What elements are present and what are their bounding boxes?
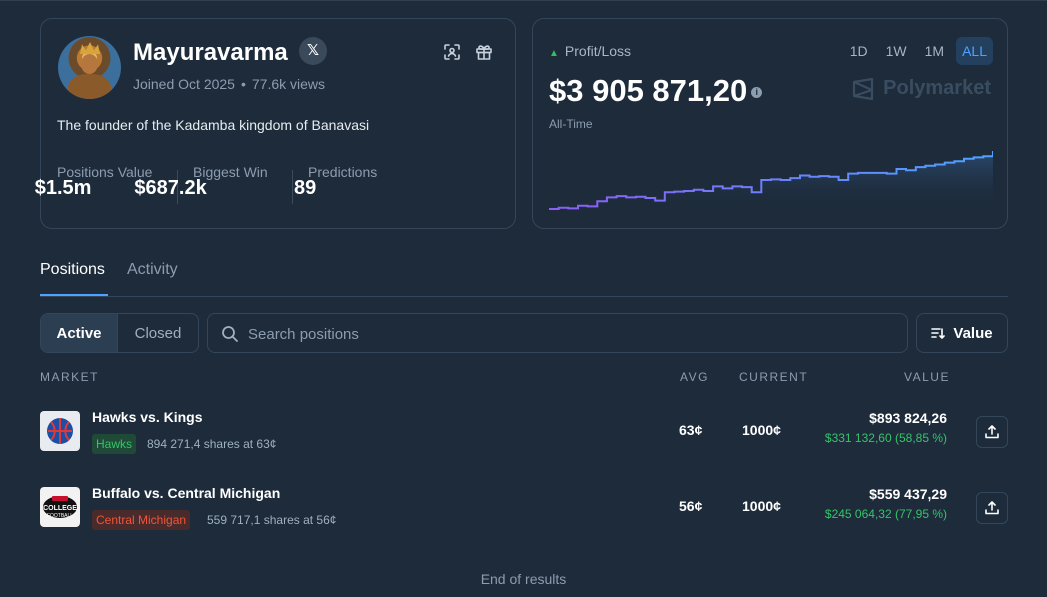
profile-username: Mayuravarma [133, 39, 288, 66]
college-football-market-icon: COLLEGE FOOTBALL [40, 487, 80, 527]
hawks-kings-market-icon [40, 411, 80, 451]
column-header-market: MARKET [40, 370, 100, 384]
share-icon [985, 425, 999, 439]
profile-meta: Joined Oct 2025 • 77.6k views [133, 76, 325, 92]
pnl-label: ▲ Profit/Loss [549, 43, 631, 59]
pnl-line-chart [549, 151, 993, 211]
avg-price: 56¢ [679, 498, 703, 514]
current-price: 1000¢ [742, 422, 781, 438]
info-icon[interactable]: i [751, 87, 763, 99]
column-header-avg: AVG [680, 370, 709, 384]
column-header-value: VALUE [904, 370, 950, 384]
column-header-current: CURRENT [739, 370, 809, 384]
tab-activity[interactable]: Activity [127, 261, 178, 279]
positions-tabs: Positions Activity [40, 258, 1008, 297]
outcome-badge: Central Michigan [92, 510, 191, 530]
share-button[interactable] [976, 416, 1008, 448]
scan-icon[interactable] [442, 42, 462, 62]
market-title[interactable]: Buffalo vs. Central Michigan [92, 485, 280, 501]
shares-info: 559 717,1 shares at 56¢ [207, 513, 337, 527]
sort-icon [931, 328, 946, 340]
tab-positions[interactable]: Positions [40, 261, 105, 279]
table-row[interactable]: Hawks vs. Kings Hawks 894 271,4 shares a… [40, 403, 1008, 463]
search-icon [222, 326, 238, 342]
top-divider [0, 0, 1047, 1]
active-filter-button[interactable]: Active [41, 314, 118, 352]
meta-separator: • [240, 76, 246, 92]
end-of-results: End of results [480, 571, 567, 587]
share-icon [985, 501, 999, 515]
polymarket-logo: Polymarket [851, 77, 991, 100]
pnl-label-text: Profit/Loss [564, 43, 632, 59]
outcome-badge: Hawks [92, 434, 137, 454]
table-row[interactable]: COLLEGE FOOTBALL Buffalo vs. Central Mic… [40, 479, 1008, 539]
profile-views: 77.6k views [251, 76, 326, 92]
market-title[interactable]: Hawks vs. Kings [92, 409, 203, 425]
position-value: $893 824,26 [869, 410, 947, 426]
joined-date: Joined Oct 2025 [133, 76, 235, 92]
stat-biggest-win: Biggest Win $687.2k [134, 164, 267, 199]
range-tab-1m[interactable]: 1M [919, 37, 950, 65]
avatar[interactable] [58, 36, 121, 99]
sort-button[interactable]: Value [916, 313, 1008, 353]
status-toggle: Active Closed [40, 313, 199, 353]
closed-filter-button[interactable]: Closed [118, 314, 198, 352]
stat-value: 89 [294, 177, 317, 199]
stat-value: $1.5m [34, 177, 92, 199]
triangle-up-icon: ▲ [549, 48, 559, 59]
active-tab-indicator [40, 294, 108, 296]
position-value: $559 437,29 [869, 486, 947, 502]
gift-icon[interactable] [474, 42, 494, 62]
range-tab-1w[interactable]: 1W [880, 37, 913, 65]
current-price: 1000¢ [742, 498, 781, 514]
svg-text:FOOTBALL: FOOTBALL [47, 513, 73, 519]
stat-divider [292, 170, 293, 204]
pnl-value: $3 905 871,20 i [549, 73, 763, 109]
search-box [207, 313, 908, 353]
shares-info: 894 271,4 shares at 63¢ [147, 437, 277, 451]
svg-text:COLLEGE: COLLEGE [43, 505, 77, 512]
share-button[interactable] [976, 492, 1008, 524]
range-tabs: 1D 1W 1M ALL [844, 37, 993, 65]
position-pnl: $331 132,60 (58,85 %) [824, 431, 947, 445]
range-tab-all[interactable]: ALL [956, 37, 993, 65]
search-input[interactable] [248, 322, 888, 346]
stat-label: Predictions [308, 164, 378, 180]
pnl-amount: $3 905 871,20 [549, 73, 748, 108]
profile-card: Mayuravarma 𝕏 Joined Oct 2025 • 77.6k view… [35, 18, 516, 229]
pnl-period: All-Time [549, 117, 593, 131]
brand-name: Polymarket [883, 77, 991, 99]
avg-price: 63¢ [679, 422, 703, 438]
stat-predictions: Predictions 89 [294, 164, 378, 199]
pnl-card: ▲ Profit/Loss $3 905 871,20 i All-Time 1D … [532, 18, 1008, 229]
polymarket-icon [853, 77, 874, 100]
stat-value: $687.2k [134, 177, 207, 199]
x-social-icon[interactable]: 𝕏 [299, 37, 327, 65]
sort-label: Value [953, 324, 993, 342]
profile-bio: The founder of the Kadamba kingdom of Ba… [57, 117, 370, 133]
position-pnl: $245 064,32 (77,95 %) [824, 507, 947, 521]
range-tab-1d[interactable]: 1D [844, 37, 874, 65]
